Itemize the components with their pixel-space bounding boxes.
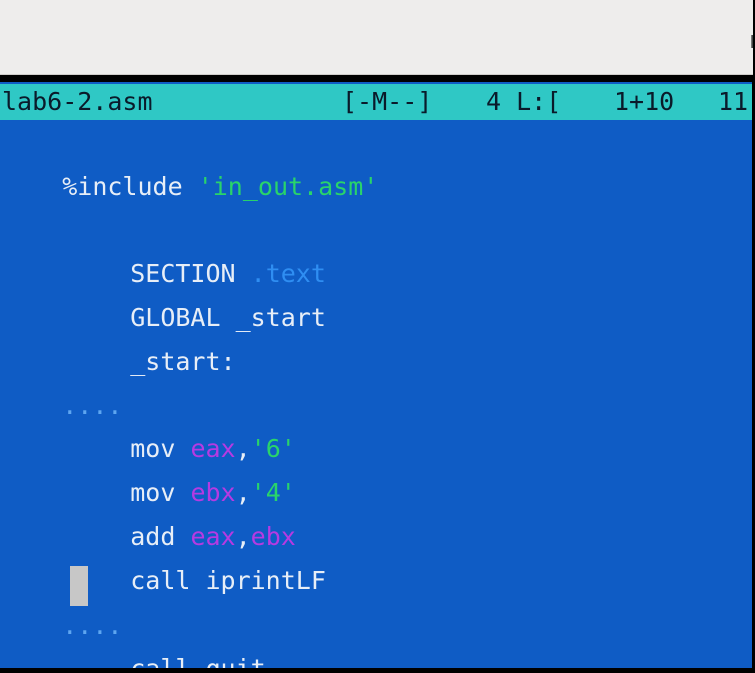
code-line-global[interactable]: GLOBAL _start [70, 258, 326, 332]
titlebar-glyph: r [749, 26, 753, 54]
code-line-mov-ebx[interactable]: mov ebx,'4' [70, 433, 296, 507]
status-cursor-position: 1+10 [614, 87, 675, 116]
editor-status-bar: lab6-2.asm [-M--] 4 L:[ 1+10 11 [0, 84, 752, 120]
start-label: _start: [130, 347, 236, 376]
status-filename: lab6-2.asm [2, 87, 153, 116]
code-line-add[interactable]: add eax,ebx [70, 477, 296, 551]
status-mode: [-M--] [342, 87, 433, 116]
code-line-call-iprintlf[interactable]: call iprintLF [70, 521, 326, 595]
code-line-include[interactable]: %include 'in_out.asm' [2, 127, 378, 201]
status-extra: 11 [718, 87, 749, 116]
include-space [183, 172, 198, 201]
text-cursor [70, 566, 88, 606]
status-info: 4 L:[ [486, 87, 562, 116]
window-titlebar: r [0, 0, 753, 75]
code-line-whitespace[interactable]: .... [2, 346, 122, 420]
code-line-section[interactable]: SECTION .text [70, 214, 326, 288]
code-line-cursor[interactable]: .... [2, 566, 122, 640]
code-line-mov-eax[interactable]: mov eax,'6' [70, 389, 296, 463]
include-filename: 'in_out.asm' [197, 172, 379, 201]
code-line-call-quit[interactable]: call quit [70, 609, 265, 668]
call-iprintlf: call iprintLF [130, 566, 326, 595]
call-quit: call quit [130, 654, 265, 668]
editor-area[interactable]: lab6-2.asm [-M--] 4 L:[ 1+10 11 %include… [0, 82, 752, 668]
include-keyword: %include [62, 172, 183, 201]
code-line-start-label[interactable]: _start: [70, 302, 235, 376]
